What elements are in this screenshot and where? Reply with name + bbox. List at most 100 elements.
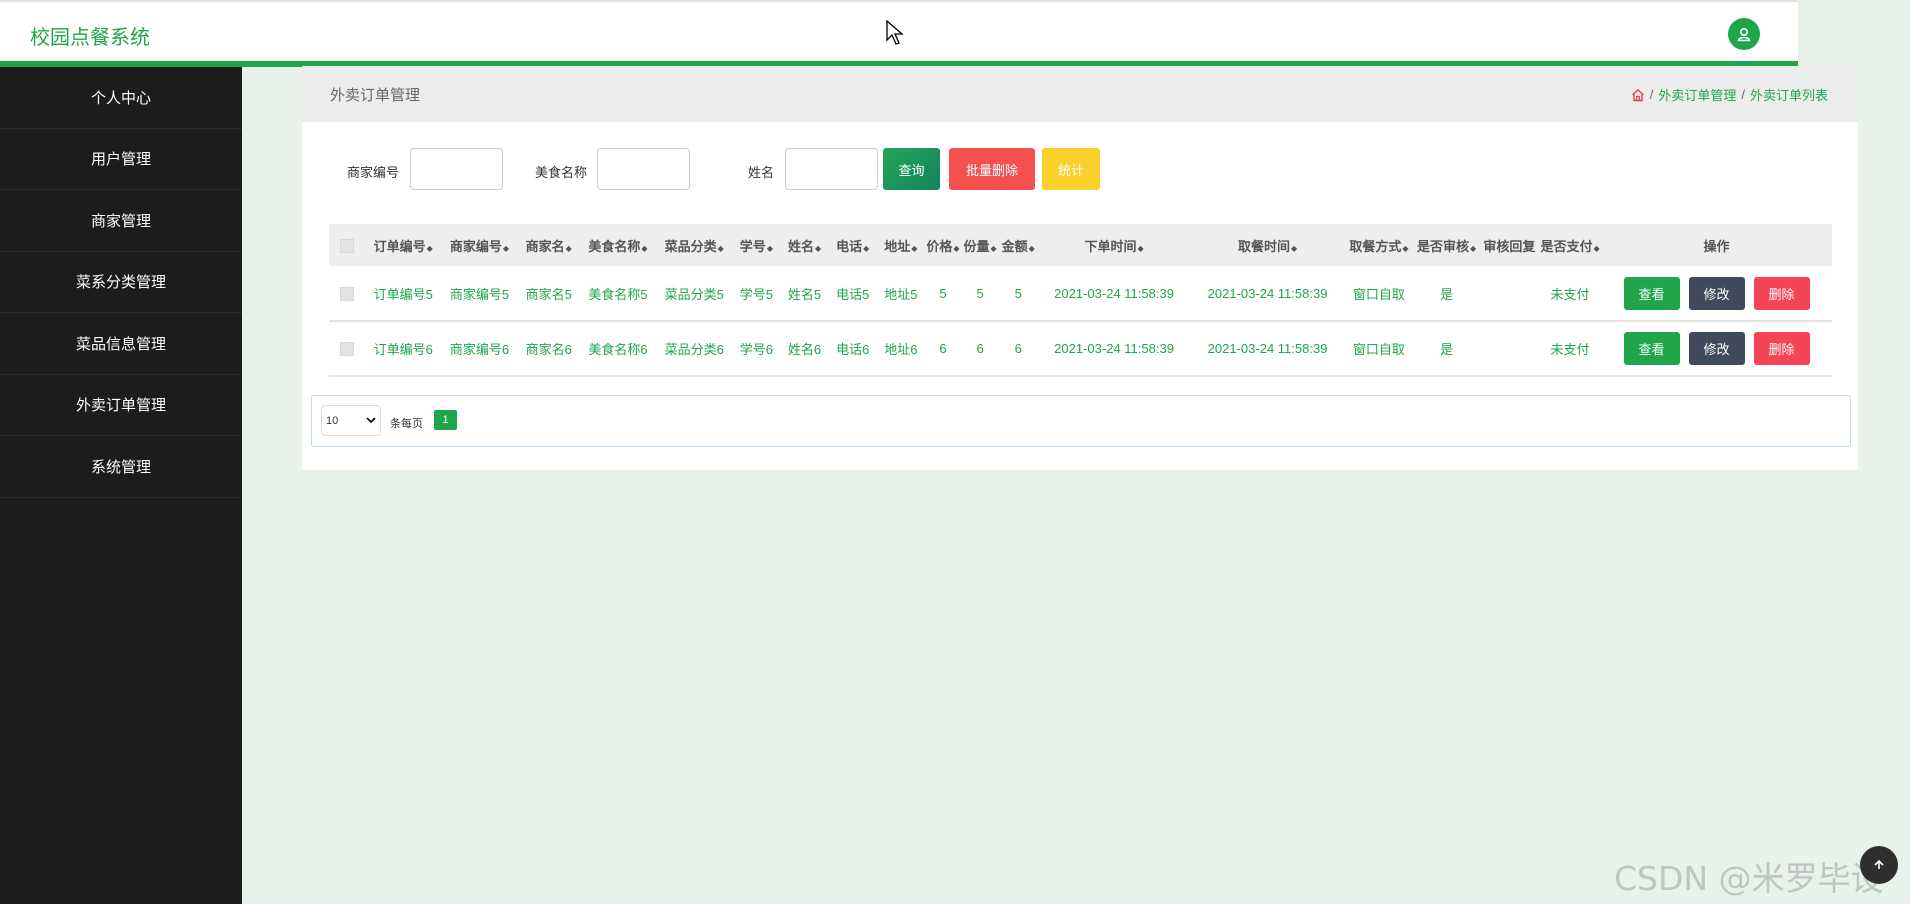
sort-icon: ◆: [863, 243, 870, 253]
sort-icon: ◆: [766, 243, 773, 253]
sort-icon: ◆: [911, 243, 918, 253]
cell-paid: 未支付: [1538, 266, 1602, 322]
stats-button[interactable]: 统计: [1042, 148, 1100, 190]
column-header[interactable]: 取餐方式◆: [1344, 224, 1414, 266]
cell-order-time: 2021-03-24 11:58:39: [1037, 321, 1191, 377]
edit-button[interactable]: 修改: [1688, 332, 1745, 365]
column-header[interactable]: 金额◆: [999, 224, 1038, 266]
cell-pickup-method: 窗口自取: [1344, 266, 1414, 322]
column-header[interactable]: 是否审核◆: [1413, 224, 1480, 266]
food-name-label: 美食名称: [535, 165, 588, 180]
sidebar-item-user-management[interactable]: 用户管理: [0, 129, 242, 190]
sidebar-item-label: 菜系分类管理: [75, 274, 166, 292]
cell-pickup-time: 2021-03-24 11:58:39: [1190, 321, 1345, 377]
cell-price: 6: [924, 321, 962, 377]
pagination: 10 条每页 1: [311, 395, 1851, 447]
column-header[interactable]: 份量◆: [961, 224, 1000, 266]
cell-category: 菜品分类5: [656, 266, 733, 322]
column-header[interactable]: 美食名称◆: [579, 224, 657, 266]
view-button[interactable]: 查看: [1623, 332, 1680, 365]
breadcrumb-bar: 外卖订单管理 / 外卖订单管理 / 外卖订单列表: [302, 66, 1858, 122]
cell-reviewed: 是: [1413, 321, 1480, 377]
column-header[interactable]: 菜品分类◆: [656, 224, 733, 266]
sort-icon: ◆: [990, 243, 997, 253]
cell-category: 菜品分类6: [656, 321, 733, 377]
cell-order-time: 2021-03-24 11:58:39: [1037, 266, 1191, 322]
table-row: 订单编号6 商家编号6 商家名6 美食名称6 菜品分类6 学号6 姓名6 电话6…: [329, 321, 1832, 377]
sidebar-item-merchant-management[interactable]: 商家管理: [0, 190, 242, 252]
sort-icon: ◆: [953, 243, 960, 253]
row-checkbox[interactable]: [340, 342, 355, 357]
app-title: 校园点餐系统: [30, 27, 150, 49]
page-button-current[interactable]: 1: [434, 410, 457, 430]
sidebar-item-label: 个人中心: [90, 89, 151, 107]
cell-review-reply: [1479, 321, 1539, 377]
column-header[interactable]: 下单时间◆: [1037, 224, 1191, 266]
cell-name: 姓名6: [780, 321, 829, 377]
column-header[interactable]: 价格◆: [924, 224, 962, 266]
cell-review-reply: [1479, 266, 1539, 322]
home-icon[interactable]: [1631, 88, 1645, 102]
sidebar-item-label: 菜品信息管理: [75, 335, 166, 353]
merchant-no-input[interactable]: [410, 148, 503, 190]
sidebar-item-label: 系统管理: [90, 458, 151, 476]
edit-button[interactable]: 修改: [1688, 276, 1745, 310]
column-header[interactable]: 是否支付◆: [1538, 224, 1602, 266]
cell-merchant-no: 商家编号5: [441, 266, 518, 322]
orders-table: 订单编号◆ 商家编号◆ 商家名◆ 美食名称◆ 菜品分类◆ 学号◆ 姓名◆ 电话◆…: [329, 224, 1832, 377]
column-header[interactable]: 学号◆: [732, 224, 781, 266]
view-button[interactable]: 查看: [1623, 276, 1680, 310]
page-size-select[interactable]: 10: [321, 405, 381, 436]
breadcrumb-separator: /: [1649, 87, 1654, 102]
sidebar-item-takeout-orders[interactable]: 外卖订单管理: [0, 375, 242, 436]
column-header[interactable]: 地址◆: [876, 224, 925, 266]
cell-price: 5: [924, 266, 962, 322]
column-header[interactable]: 商家名◆: [517, 224, 580, 266]
cell-portion: 6: [961, 321, 1000, 377]
sort-icon: ◆: [814, 243, 822, 253]
column-header[interactable]: 电话◆: [828, 224, 877, 266]
sort-icon: ◆: [1290, 243, 1298, 253]
cell-order-no: 订单编号6: [365, 321, 442, 377]
select-all-checkbox[interactable]: [340, 238, 355, 253]
column-header: 操作: [1601, 224, 1832, 266]
cell-student-no: 学号5: [732, 266, 781, 322]
merchant-no-label: 商家编号: [347, 165, 400, 180]
sort-icon: ◆: [641, 243, 648, 253]
cell-portion: 5: [961, 266, 1000, 322]
page-size-value: 10: [326, 414, 339, 427]
delete-button[interactable]: 删除: [1753, 276, 1810, 310]
sidebar-item-system-management[interactable]: 系统管理: [0, 436, 242, 498]
cell-merchant-name: 商家名5: [517, 266, 580, 322]
query-button[interactable]: 查询: [883, 148, 940, 190]
top-header: 校园点餐系统: [0, 0, 1798, 67]
sort-icon: ◆: [502, 243, 510, 253]
page-title: 外卖订单管理: [330, 87, 421, 104]
delete-button[interactable]: 删除: [1753, 332, 1810, 365]
cell-food-name: 美食名称5: [579, 266, 657, 322]
sidebar-item-cuisine-category[interactable]: 菜系分类管理: [0, 252, 242, 313]
name-input[interactable]: [785, 148, 878, 190]
per-page-label: 条每页: [390, 418, 423, 430]
column-header[interactable]: 订单编号◆: [365, 224, 442, 266]
sidebar-item-dish-info[interactable]: 菜品信息管理: [0, 313, 242, 375]
column-header[interactable]: 取餐时间◆: [1190, 224, 1345, 266]
sort-icon: ◆: [717, 243, 724, 253]
cell-pickup-time: 2021-03-24 11:58:39: [1190, 266, 1345, 322]
sort-icon: ◆: [565, 243, 572, 253]
column-header: 审核回复: [1479, 224, 1539, 266]
mouse-cursor-icon: [886, 20, 904, 45]
breadcrumb-item-takeout-orders[interactable]: 外卖订单管理: [1658, 85, 1736, 104]
user-avatar-button[interactable]: [1728, 18, 1760, 50]
batch-delete-button[interactable]: 批量删除: [949, 148, 1035, 190]
food-name-input[interactable]: [597, 148, 690, 190]
arrow-up-icon: [1874, 859, 1884, 869]
column-header[interactable]: 姓名◆: [780, 224, 829, 266]
sidebar-item-personal-center[interactable]: 个人中心: [0, 67, 242, 129]
cell-name: 姓名5: [780, 266, 829, 322]
column-header[interactable]: 商家编号◆: [441, 224, 518, 266]
floating-top-button[interactable]: [1860, 846, 1898, 884]
cell-actions: 查看 修改 删除: [1601, 321, 1832, 377]
breadcrumb-item-order-list[interactable]: 外卖订单列表: [1750, 85, 1828, 104]
row-checkbox[interactable]: [340, 286, 355, 301]
